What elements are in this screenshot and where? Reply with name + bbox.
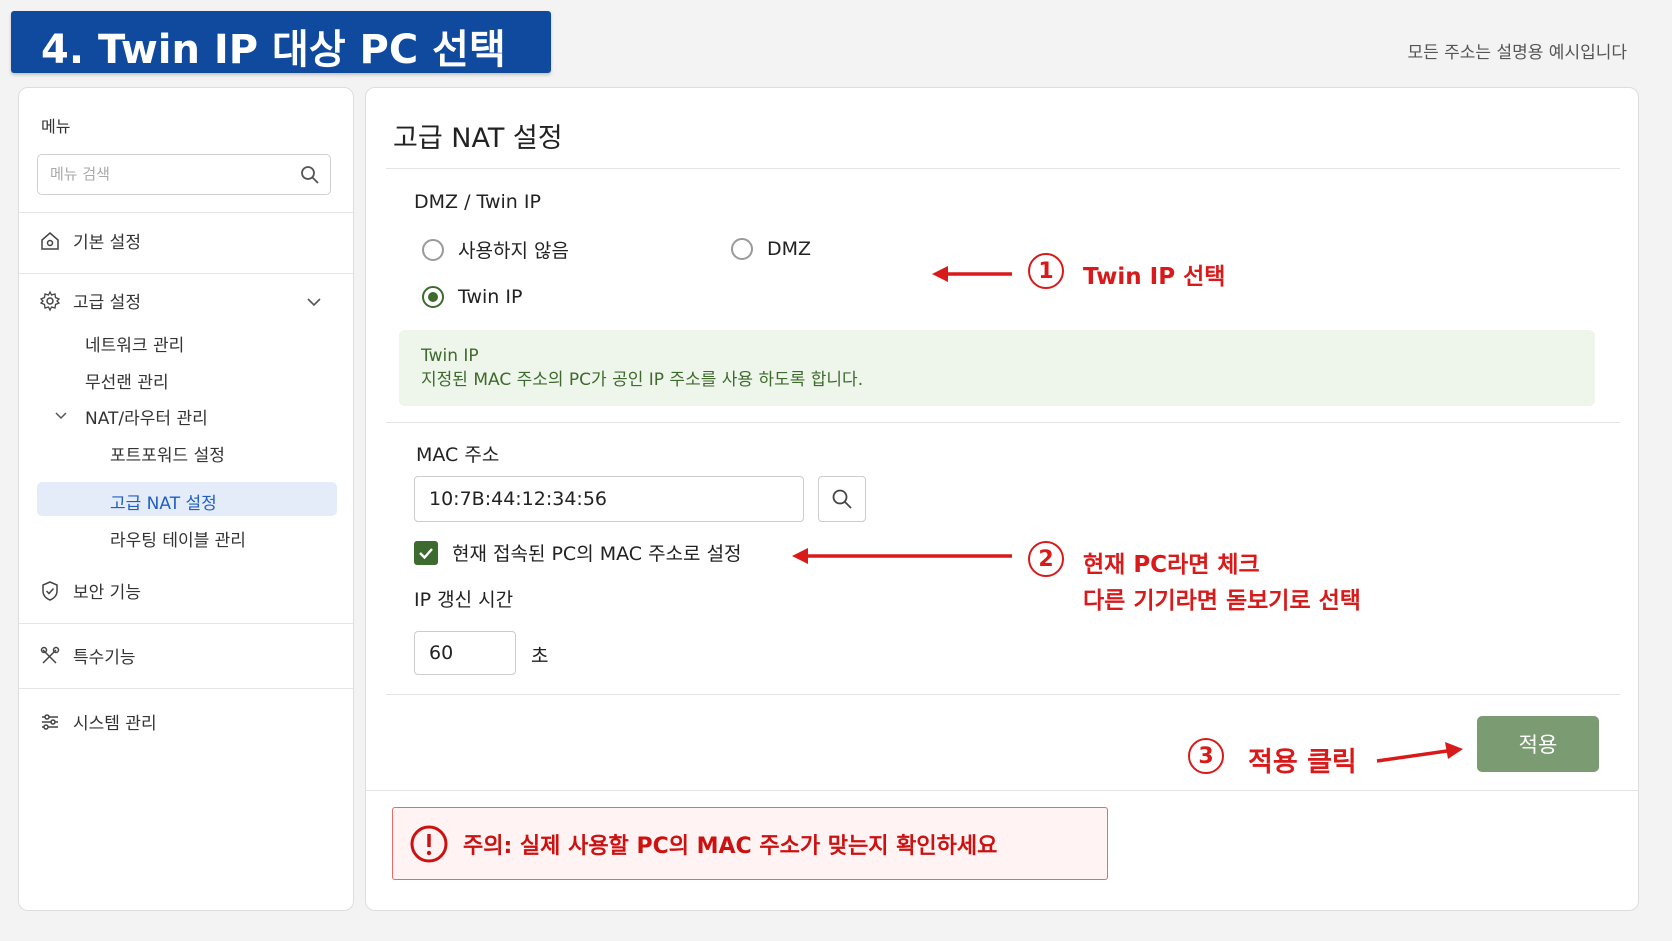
sidebar-item-special[interactable]: 특수기능 bbox=[39, 643, 136, 668]
sidebar-item-nat-router[interactable]: NAT/라우터 관리 bbox=[85, 404, 208, 429]
mac-address-input[interactable] bbox=[414, 476, 804, 522]
step3-annotation: 적용 클릭 bbox=[1248, 747, 1357, 778]
use-current-mac-row[interactable]: 현재 접속된 PC의 MAC 주소로 설정 bbox=[414, 539, 742, 566]
menu-title: 메뉴 bbox=[41, 117, 71, 136]
page-title: 4. Twin IP 대상 PC 선택 bbox=[41, 27, 506, 73]
step1-annotation: Twin IP 선택 bbox=[1083, 264, 1226, 290]
mac-address-label: MAC 주소 bbox=[416, 444, 500, 466]
info-text: 지정된 MAC 주소의 PC가 공인 IP 주소를 사용 하도록 합니다. bbox=[421, 370, 864, 390]
radio-label: Twin IP bbox=[458, 286, 523, 308]
ip-renew-label: IP 갱신 시간 bbox=[414, 589, 514, 611]
step-badge-2: 2 bbox=[1028, 541, 1064, 577]
divider bbox=[386, 422, 1620, 423]
sidebar-item-security[interactable]: 보안 기능 bbox=[39, 578, 141, 603]
radio-twin-ip[interactable]: Twin IP bbox=[422, 286, 522, 308]
divider bbox=[19, 212, 353, 213]
step2-annotation-line1: 현재 PC라면 체크 bbox=[1083, 552, 1260, 578]
gear-icon bbox=[39, 290, 61, 311]
ip-renew-input[interactable] bbox=[414, 631, 516, 675]
warning-box: 주의: 실제 사용할 PC의 MAC 주소가 맞는지 확인하세요 bbox=[392, 807, 1108, 880]
sidebar-item-routing-table[interactable]: 라우팅 테이블 관리 bbox=[110, 526, 246, 551]
checkbox-checked[interactable] bbox=[414, 540, 438, 565]
menu-search-input[interactable] bbox=[50, 155, 290, 193]
arrow-right-icon bbox=[1376, 742, 1463, 763]
page-title-banner: 4. Twin IP 대상 PC 선택 bbox=[11, 11, 551, 73]
check-icon bbox=[419, 547, 433, 559]
divider bbox=[19, 623, 353, 624]
sidebar-item-network[interactable]: 네트워크 관리 bbox=[85, 331, 184, 356]
tools-icon bbox=[40, 646, 60, 664]
twin-ip-info-box: Twin IP 지정된 MAC 주소의 PC가 공인 IP 주소를 사용 하도록… bbox=[399, 330, 1595, 406]
sidebar-item-wireless[interactable]: 무선랜 관리 bbox=[85, 368, 169, 393]
main-title: 고급 NAT 설정 bbox=[393, 123, 563, 154]
checkbox-label: 현재 접속된 PC의 MAC 주소로 설정 bbox=[452, 543, 742, 565]
sidebar-item-basic-settings[interactable]: 기본 설정 bbox=[39, 228, 141, 253]
radio-label: 사용하지 않음 bbox=[458, 240, 569, 262]
example-notice: 모든 주소는 설명용 예시입니다 bbox=[1407, 43, 1627, 63]
divider bbox=[386, 168, 1620, 169]
sidebar-item-advanced-nat[interactable]: 고급 NAT 설정 bbox=[110, 489, 217, 514]
radio-circle[interactable] bbox=[422, 238, 444, 261]
step-badge-1: 1 bbox=[1028, 253, 1064, 289]
main-panel: 고급 NAT 설정 DMZ / Twin IP 사용하지 않음 DMZ Twin… bbox=[365, 87, 1639, 911]
sidebar-item-label: 보안 기능 bbox=[73, 583, 141, 603]
chevron-down-icon[interactable] bbox=[305, 293, 323, 311]
arrow-left-icon bbox=[932, 266, 1012, 282]
radio-none[interactable]: 사용하지 않음 bbox=[422, 236, 569, 263]
mac-search-button[interactable] bbox=[818, 476, 866, 522]
arrow-left-icon bbox=[792, 548, 1012, 564]
info-title: Twin IP bbox=[421, 346, 479, 366]
chevron-down-icon[interactable] bbox=[53, 408, 69, 424]
radio-circle[interactable] bbox=[731, 238, 753, 260]
search-icon[interactable] bbox=[300, 165, 320, 185]
sidebar-item-port-forward[interactable]: 포트포워드 설정 bbox=[110, 441, 225, 466]
sidebar: 메뉴 기본 설정 고급 설정 네트워크 관리 무선랜 관리 NAT/라우터 관리… bbox=[18, 87, 354, 911]
divider bbox=[19, 688, 353, 689]
shield-icon bbox=[42, 580, 58, 601]
divider bbox=[19, 273, 353, 274]
sidebar-item-label: 시스템 관리 bbox=[73, 714, 157, 734]
step-badge-3: 3 bbox=[1188, 738, 1224, 774]
home-gear-icon bbox=[41, 231, 59, 250]
dmz-twinip-section-title: DMZ / Twin IP bbox=[414, 191, 541, 213]
radio-dmz[interactable]: DMZ bbox=[731, 238, 811, 260]
sliders-icon bbox=[42, 713, 58, 730]
search-icon bbox=[832, 489, 852, 509]
divider bbox=[386, 694, 1620, 695]
ip-renew-unit: 초 bbox=[531, 645, 549, 667]
sidebar-item-system[interactable]: 시스템 관리 bbox=[39, 709, 157, 734]
step2-annotation-line2: 다른 기기라면 돋보기로 선택 bbox=[1083, 588, 1361, 614]
sidebar-item-advanced-settings[interactable]: 고급 설정 bbox=[39, 288, 335, 313]
sidebar-item-label: 고급 설정 bbox=[73, 293, 141, 313]
apply-button[interactable]: 적용 bbox=[1477, 716, 1599, 772]
divider bbox=[366, 790, 1638, 791]
sidebar-item-label: 기본 설정 bbox=[73, 233, 141, 253]
sidebar-item-label: 특수기능 bbox=[73, 648, 136, 668]
radio-circle-selected[interactable] bbox=[422, 286, 444, 308]
radio-label: DMZ bbox=[767, 238, 812, 260]
warning-icon bbox=[410, 825, 448, 862]
warning-text: 주의: 실제 사용할 PC의 MAC 주소가 맞는지 확인하세요 bbox=[463, 833, 998, 859]
menu-search-box bbox=[37, 154, 331, 195]
